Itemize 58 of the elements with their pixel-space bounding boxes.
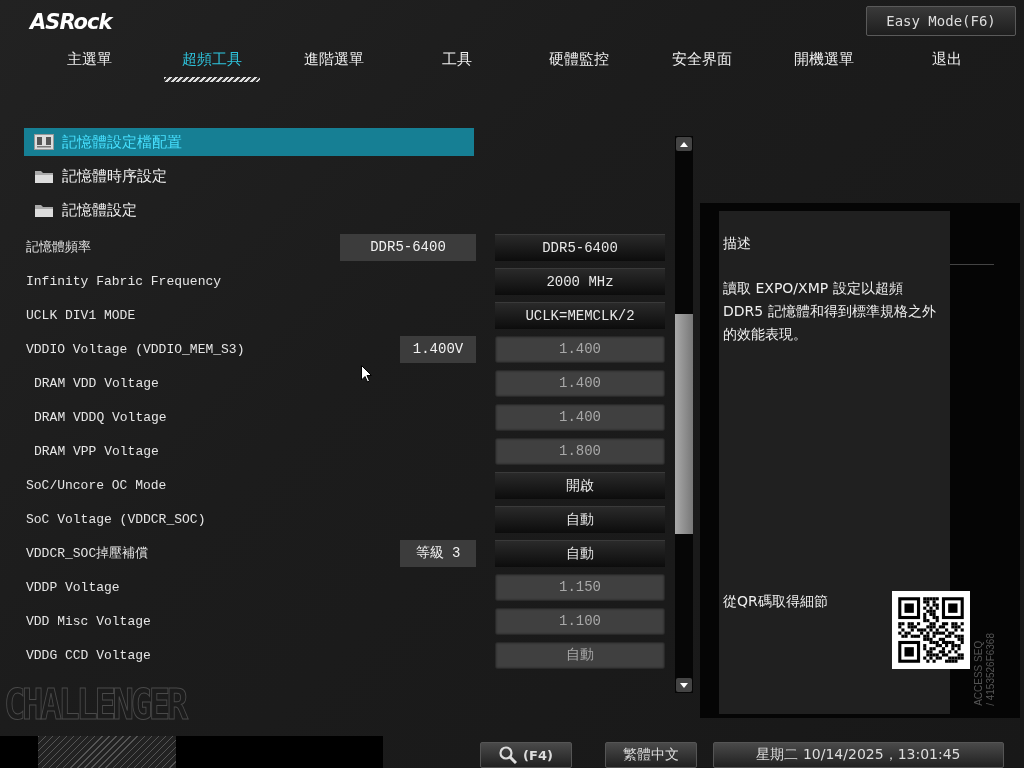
date-time: 星期二 10/14/2025，13:01:45 xyxy=(713,742,1004,768)
caret-down-icon xyxy=(680,682,688,688)
option-selector[interactable]: 2000 MHz xyxy=(495,267,665,295)
value-field[interactable]: 1.400 xyxy=(495,335,665,363)
option-selector[interactable]: DDR5-6400 xyxy=(495,233,665,261)
mouse-pointer-icon xyxy=(361,365,372,383)
menu-tab[interactable]: 安全界面 xyxy=(640,38,763,90)
menu-tab[interactable]: 退出 xyxy=(885,38,1008,90)
current-value: 1.400V xyxy=(400,335,476,363)
value-field[interactable]: 1.100 xyxy=(495,607,665,635)
submenu-item[interactable]: 記憶體時序設定 xyxy=(24,162,474,190)
submenu-item[interactable]: 記憶體設定 xyxy=(24,196,474,224)
setting-label: VDD Misc Voltage xyxy=(25,613,152,629)
value-field[interactable]: 1.800 xyxy=(495,437,665,465)
value-field[interactable]: 1.400 xyxy=(495,369,665,397)
folder-icon xyxy=(34,168,54,184)
easy-mode-button[interactable]: Easy Mode(F6) xyxy=(866,6,1016,36)
setting-label: Infinity Fabric Frequency xyxy=(25,273,223,289)
scroll-up-button[interactable] xyxy=(676,137,692,151)
menu-tab[interactable]: 硬體監控 xyxy=(518,38,641,90)
menu-tab[interactable]: 主選單 xyxy=(28,38,151,90)
language-button[interactable]: 繁體中文 xyxy=(605,742,697,768)
value-field[interactable]: 自動 xyxy=(495,641,665,669)
access-sequence: ACCESS SEQ / 4153526F6368 xyxy=(973,633,997,706)
option-selector[interactable]: 開啟 xyxy=(495,471,665,499)
setting-label: VDDCR_SOC掉壓補償 xyxy=(25,545,150,562)
setting-label: SoC/Uncore OC Mode xyxy=(25,477,168,493)
menu-tab[interactable]: 工具 xyxy=(395,38,518,90)
help-title: 描述 xyxy=(723,235,752,253)
asrock-logo: ASRock xyxy=(30,10,112,34)
scrollbar-thumb[interactable] xyxy=(675,314,693,534)
scroll-down-button[interactable] xyxy=(676,678,692,692)
memory-profile-icon xyxy=(34,134,54,150)
menu-tab[interactable]: 進階選單 xyxy=(273,38,396,90)
setting-label: UCLK DIV1 MODE xyxy=(25,307,137,323)
folder-icon xyxy=(34,202,54,218)
option-selector[interactable]: UCLK=MEMCLK/2 xyxy=(495,301,665,329)
setting-label: VDDIO Voltage (VDDIO_MEM_S3) xyxy=(25,341,246,357)
caret-up-icon xyxy=(680,141,688,147)
setting-label: DRAM VDDQ Voltage xyxy=(33,409,168,425)
setting-label: 記憶體頻率 xyxy=(25,239,92,256)
value-field[interactable]: 1.150 xyxy=(495,573,665,601)
setting-label: VDDG CCD Voltage xyxy=(25,647,152,663)
setting-label: DRAM VPP Voltage xyxy=(33,443,160,459)
qr-caption: 從QR碼取得細節 xyxy=(723,593,828,611)
current-value: DDR5-6400 xyxy=(340,233,476,261)
search-button[interactable]: (F4) xyxy=(480,742,572,768)
search-icon xyxy=(499,746,518,764)
setting-label: SoC Voltage (VDDCR_SOC) xyxy=(25,511,207,527)
menu-tab[interactable]: 超頻工具 xyxy=(150,38,273,90)
option-selector[interactable]: 自動 xyxy=(495,505,665,533)
value-field[interactable]: 1.400 xyxy=(495,403,665,431)
option-selector[interactable]: 自動 xyxy=(495,539,665,567)
setting-label: VDDP Voltage xyxy=(25,579,121,595)
help-description: 讀取 EXPO/XMP 設定以超頻 DDR5 記憶體和得到標準規格之外的效能表現。 xyxy=(723,279,937,344)
menu-tab[interactable]: 開機選單 xyxy=(763,38,886,90)
setting-label: DRAM VDD Voltage xyxy=(33,375,160,391)
current-value: 等級 3 xyxy=(400,539,476,567)
